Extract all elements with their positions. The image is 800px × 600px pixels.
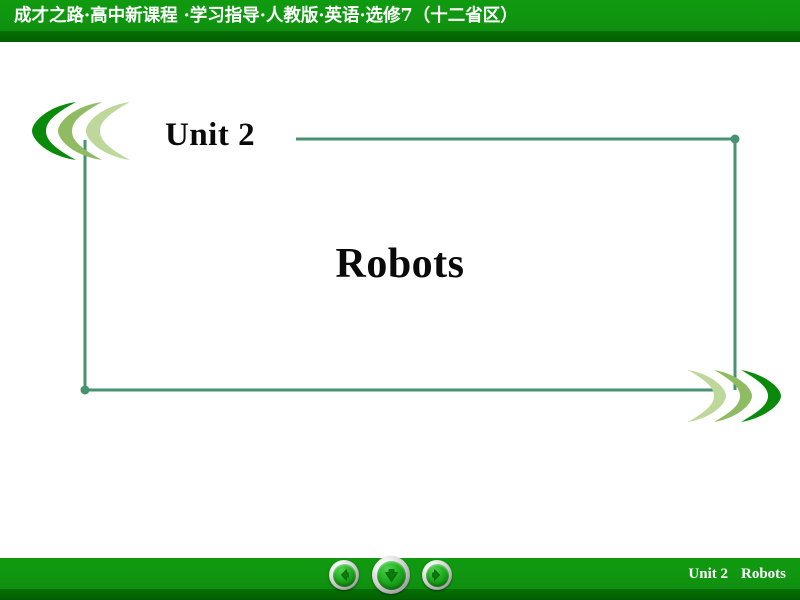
top-banner: 成才之路·高中新课程 ·学习指导·人教版·英语·选修7（十二省区）: [0, 0, 800, 42]
previous-button-disc: [332, 563, 356, 587]
page-title: Robots: [335, 241, 465, 287]
next-button-disc: [425, 563, 449, 587]
arrow-right-icon: [432, 569, 440, 581]
previous-slide-button[interactable]: [329, 560, 359, 590]
footer-unit-label: Unit 2: [688, 566, 728, 582]
frame-corner-dot-bottom-left: [80, 385, 90, 395]
triple-crescent-left-icon: [30, 100, 142, 162]
unit-label: Unit 2: [165, 117, 256, 153]
arrow-down-icon: [384, 568, 398, 582]
footer-label: Unit 2 Robots: [688, 560, 786, 588]
decorative-frame: [80, 134, 740, 395]
course-banner-text: 成才之路·高中新课程 ·学习指导·人教版·英语·选修7（十二省区）: [14, 6, 518, 26]
arrow-left-icon: [341, 569, 349, 581]
slide-canvas: 成才之路·高中新课程 ·学习指导·人教版·英语·选修7（十二省区） Unit 2: [0, 0, 800, 600]
next-slide-button[interactable]: [422, 560, 452, 590]
top-banner-dark-band: [0, 31, 800, 42]
navigation-button-group: [329, 556, 459, 598]
next-section-button-disc: [376, 560, 406, 590]
triple-crescent-right-icon: [686, 368, 786, 424]
frame-corner-dot-top-right: [730, 134, 740, 144]
footer-title-label: Robots: [740, 566, 786, 582]
next-section-button[interactable]: [372, 556, 410, 594]
